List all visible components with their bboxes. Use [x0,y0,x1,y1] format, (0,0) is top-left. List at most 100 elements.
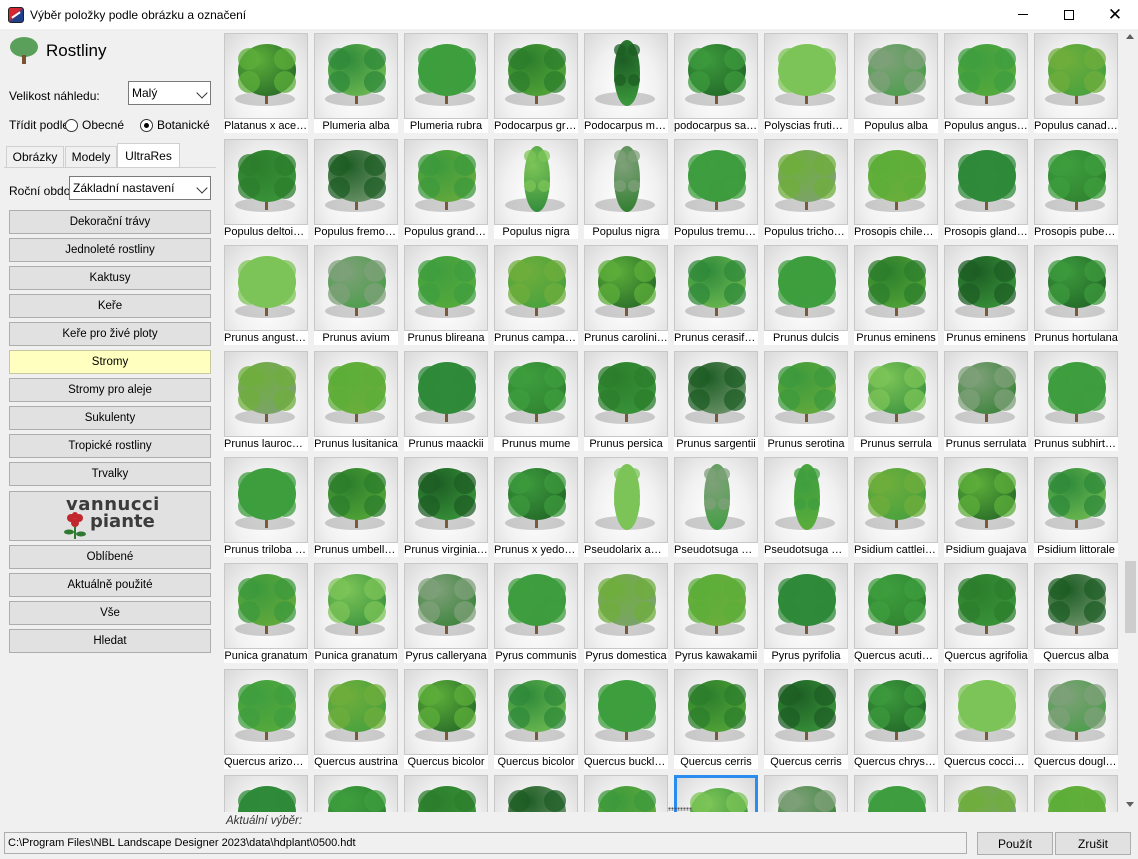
plant-tile[interactable]: Plumeria alba [314,33,398,133]
category-button[interactable]: Stromy [9,350,211,374]
plant-tile[interactable]: Populus canadensis [1034,33,1118,133]
plant-tile[interactable]: Prunus campanulata [494,245,578,345]
plant-tile[interactable]: Populus nigra [584,139,668,239]
plant-tile[interactable]: Populus deltoides [224,139,308,239]
category-button[interactable]: Sukulenty [9,406,211,430]
plant-tile[interactable] [1034,775,1118,812]
preview-size-select[interactable]: Malý [128,81,211,105]
plant-tile[interactable]: Prunus dulcis [764,245,848,345]
category-button[interactable]: Keře pro živé ploty [9,322,211,346]
plant-tile[interactable] [764,775,848,812]
plant-tile[interactable]: Punica granatum [224,563,308,663]
plant-tile[interactable]: Prosopis pubescens [1034,139,1118,239]
category-button[interactable]: Trvalky [9,462,211,486]
plant-tile[interactable] [224,775,308,812]
grid-scrollbar[interactable] [1123,29,1138,812]
plant-tile[interactable]: Prunus angustifolia [224,245,308,345]
plant-tile[interactable]: Psidium cattleianum [854,457,938,557]
plant-tile[interactable]: Prunus maackii [404,351,488,451]
scroll-thumb[interactable] [1125,561,1136,633]
plant-tile[interactable]: Prunus hortulana [1034,245,1118,345]
plant-tile[interactable]: Pyrus pyrifolia [764,563,848,663]
plant-tile[interactable]: Plumeria rubra [404,33,488,133]
plant-tile[interactable]: Prunus triloba 'Multiplex' [224,457,308,557]
extra-button[interactable]: Hledat [9,629,211,653]
plant-tile[interactable]: Prunus serotina [764,351,848,451]
plant-tile[interactable]: Polyscias fruticosa [764,33,848,133]
plant-tile[interactable]: Pseudotsuga menziesii [674,457,758,557]
tab-models[interactable]: Modely [65,146,117,167]
sort-botanical-radio[interactable] [140,119,153,132]
plant-tile[interactable]: Quercus bicolor [404,669,488,769]
plant-tile[interactable]: Prunus blireana [404,245,488,345]
plant-tile[interactable]: Prunus eminens [854,245,938,345]
plant-tile[interactable]: Pseudotsuga menziesii [764,457,848,557]
extra-button[interactable]: Vše [9,601,211,625]
extra-button[interactable]: Aktuálně použité [9,573,211,597]
category-button[interactable]: Kaktusy [9,266,211,290]
plant-tile[interactable]: Prunus x yedoensis [494,457,578,557]
plant-tile[interactable]: Populus trichocarpa [764,139,848,239]
plant-tile[interactable]: Quercus agrifolia [944,563,1028,663]
plant-tile[interactable]: Prosopis chilensis [854,139,938,239]
plant-tile[interactable]: Populus angustifolia [944,33,1028,133]
maximize-button[interactable] [1046,0,1092,29]
plant-tile[interactable]: Podocarpus gracilior [494,33,578,133]
plant-tile[interactable]: Populus tremuloides [674,139,758,239]
close-button[interactable]: ✕ [1092,0,1138,29]
category-button[interactable]: Keře [9,294,211,318]
plant-tile[interactable]: podocarpus salignus [674,33,758,133]
plant-tile[interactable]: Psidium guajava [944,457,1028,557]
plant-tile[interactable]: Prunus avium [314,245,398,345]
category-button[interactable]: Jednoleté rostliny [9,238,211,262]
plant-tile[interactable]: Prunus sargentii [674,351,758,451]
plant-tile[interactable]: Pyrus domestica [584,563,668,663]
plant-tile[interactable] [314,775,398,812]
sort-common-radio[interactable] [65,119,78,132]
tab-images[interactable]: Obrázky [6,146,64,167]
plant-tile[interactable]: Platanus x acerifolia [224,33,308,133]
plant-tile[interactable]: Quercus coccinea [944,669,1028,769]
plant-tile[interactable]: Populus grandidentata [404,139,488,239]
plant-tile[interactable]: Prunus lusitanica [314,351,398,451]
cancel-button[interactable]: Zrušit [1055,832,1131,855]
plant-tile[interactable]: Quercus acutissima [854,563,938,663]
extra-button[interactable]: Oblíbené [9,545,211,569]
plant-tile[interactable] [494,775,578,812]
splitter-handle[interactable] [668,807,692,811]
plant-tile[interactable]: Podocarpus macrophyllus [584,33,668,133]
apply-button[interactable]: Použít [977,832,1053,855]
category-button[interactable]: Dekorační trávy [9,210,211,234]
plant-tile[interactable]: Quercus buckleyi [584,669,668,769]
scroll-up-icon[interactable] [1126,34,1134,39]
plant-tile[interactable]: Prunus laurocerasus [224,351,308,451]
plant-tile[interactable]: Quercus austrina [314,669,398,769]
plant-tile[interactable] [404,775,488,812]
plant-tile[interactable]: Quercus chrysolepis [854,669,938,769]
plant-tile[interactable]: Punica granatum [314,563,398,663]
plant-tile[interactable]: Prunus mume [494,351,578,451]
plant-tile[interactable]: Prunus serrulata [944,351,1028,451]
plant-tile[interactable]: Quercus alba [1034,563,1118,663]
plant-tile[interactable]: Quercus cerris [764,669,848,769]
tab-ultrares[interactable]: UltraRes [117,143,180,168]
plant-tile[interactable]: Pyrus kawakamii [674,563,758,663]
plant-tile[interactable]: Prunus umbellata [314,457,398,557]
category-button[interactable]: Stromy pro aleje [9,378,211,402]
plant-tile[interactable]: Pseudolarix amabilis [584,457,668,557]
scroll-down-icon[interactable] [1126,802,1134,807]
plant-tile[interactable]: Quercus cerris [674,669,758,769]
plant-tile[interactable]: Prunus persica [584,351,668,451]
plant-tile[interactable]: Quercus arizonica [224,669,308,769]
plant-tile[interactable]: Quercus bicolor [494,669,578,769]
plant-tile[interactable]: Prosopis glandulosa [944,139,1028,239]
plant-tile[interactable]: Prunus subhirtella [1034,351,1118,451]
plant-tile[interactable]: Prunus cerasifera [674,245,758,345]
plant-tile[interactable]: Prunus caroliniana [584,245,668,345]
plant-tile[interactable]: Quercus douglasii [1034,669,1118,769]
plant-tile[interactable] [584,775,668,812]
plant-tile[interactable]: Prunus eminens [944,245,1028,345]
plant-tile[interactable]: Pyrus calleryana [404,563,488,663]
plant-tile[interactable]: Populus fremontii [314,139,398,239]
vannucci-piante-button[interactable]: vannucci piante [9,491,211,541]
